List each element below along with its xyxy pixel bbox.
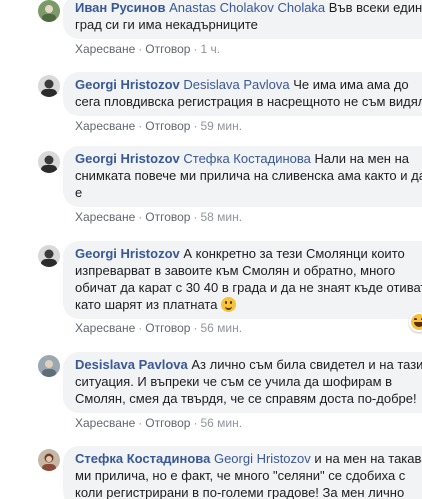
comment-bubble: Стефка Костадинова Georgi Hristozov и на… [63,446,422,499]
separator: · [193,210,198,224]
comment-timestamp[interactable]: 56 мин. [200,321,242,335]
comment-text: Смолян, смея да твърдя, че се справям до… [75,391,417,406]
separator: · [138,210,143,224]
comment-timestamp[interactable]: 59 мин. [200,119,242,133]
reply-button[interactable]: Отговор [145,42,190,56]
avatar[interactable] [38,355,60,377]
reply-button[interactable]: Отговор [145,119,190,133]
avatar[interactable] [38,0,60,22]
comment-text: Аз лично съм била свидетел и на тази [191,357,422,372]
comment-actions: Харесване · Отговор · 58 мин. [75,209,242,225]
comment-author[interactable]: Georgi Hristozov [75,151,180,166]
like-button[interactable]: Харесване [75,119,135,133]
separator: · [193,321,198,335]
comment-text: А конкретно за тези Смолянци които [183,246,405,261]
comment-bubble: Georgi Hristozov Стефка Костадинова Нали… [63,146,422,207]
comment-actions: Харесване · Отговор · 1 ч. [75,41,220,57]
comment-actions: Харесване · Отговор · 59 мин. [75,118,242,134]
comment-author[interactable]: Georgi Hristozov [75,246,180,261]
comment-bubble: Georgi Hristozov Desislava Pavlova Че им… [63,72,422,116]
comment-text: Че има има ама до [293,77,409,92]
comment-timestamp[interactable]: 1 ч. [200,42,220,56]
like-button[interactable]: Харесване [75,210,135,224]
comments-thread: Иван Русинов Anastas Cholakov Cholaka Въ… [0,0,422,499]
comment-text: Във всеки един [328,0,422,15]
like-button[interactable]: Харесване [75,42,135,56]
separator: · [193,119,198,133]
comment-mention[interactable]: Anastas Cholakov Cholaka [169,0,325,15]
comment-author[interactable]: Georgi Hristozov [75,77,180,92]
comment-mention[interactable]: Стефка Костадинова [183,151,311,166]
comment-text: и на мен на такава [314,451,422,466]
comment-bubble: Иван Русинов Anastas Cholakov Cholaka Въ… [63,0,422,39]
comment-text: ситуация. И въпреки че съм се учила да ш… [75,374,393,389]
comment-mention[interactable]: Georgi Hristozov [214,451,311,466]
comment-text: коли регистрирани в по-големи градове! З… [75,485,405,499]
comment-text: обичат да карат с 30 40 в града и да не … [75,280,422,295]
haha-reaction-icon[interactable] [409,312,422,332]
avatar[interactable] [38,75,60,97]
comment-timestamp[interactable]: 56 мин. [200,416,242,430]
smiley-emoji-icon [221,297,237,312]
comment-actions: Харесване · Отговор · 56 мин. [75,320,242,336]
comment-text: изпреварват в завоите към Смолян и обрат… [75,263,396,278]
avatar[interactable] [38,245,60,267]
comment-actions: Харесване · Отговор · 56 мин. [75,415,242,431]
reply-button[interactable]: Отговор [145,321,190,335]
comment-mention[interactable]: Desislava Pavlova [183,77,289,92]
comment-author[interactable]: Desislava Pavlova [75,357,188,372]
comment-timestamp[interactable]: 58 мин. [200,210,242,224]
like-button[interactable]: Харесване [75,321,135,335]
separator: · [138,416,143,430]
separator: · [138,119,143,133]
comment-text: е [75,185,83,200]
comment-text: сега пловдивска регистрация в насрещното… [75,94,422,109]
avatar[interactable] [38,151,60,173]
comment-bubble: Georgi Hristozov А конкретно за тези Смо… [63,241,422,319]
reply-button[interactable]: Отговор [145,210,190,224]
comment-text: снимката повече ми прилича на сливенска … [75,168,422,183]
separator: · [193,416,198,430]
avatar[interactable] [38,449,60,471]
comment-text: като шарят из платната [75,297,218,312]
comment-text: ми прилича, но е факт, че много "селяни"… [75,468,406,483]
like-button[interactable]: Харесване [75,416,135,430]
comment-bubble: Desislava Pavlova Аз лично съм била свид… [63,352,422,413]
separator: · [193,42,198,56]
reply-button[interactable]: Отговор [145,416,190,430]
comment-text: град си ги има некадърниците [75,17,258,32]
separator: · [138,42,143,56]
comment-author[interactable]: Иван Русинов [75,0,165,15]
comment-text: Нали на мен на [314,151,409,166]
separator: · [138,321,143,335]
comment-author[interactable]: Стефка Костадинова [75,451,210,466]
